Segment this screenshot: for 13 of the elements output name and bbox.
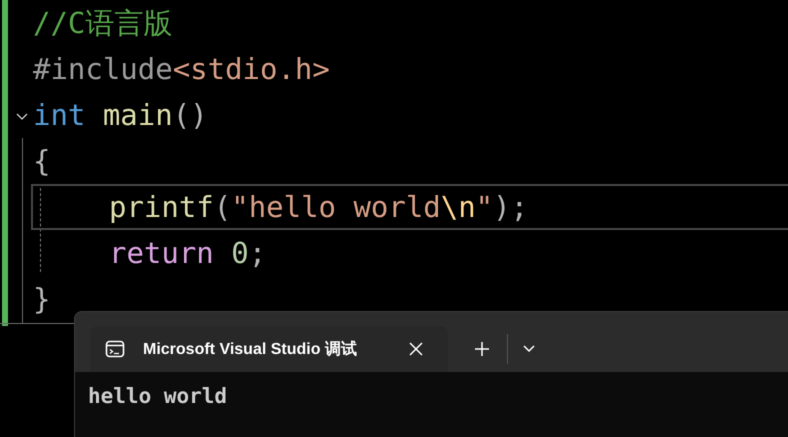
code-line: { [33,143,50,180]
console-tab[interactable]: Microsoft Visual Studio 调试 [90,326,448,372]
code-line: printf("hello world\n"); [108,189,528,226]
close-icon[interactable] [409,342,423,356]
console-output: hello world [75,372,788,437]
code-line: return 0; [108,235,266,272]
dropdown-icon[interactable] [522,344,536,354]
code-line: //C语言版 [33,5,172,42]
terminal-icon [105,339,125,359]
code-line: #include<stdio.h> [33,51,330,88]
code-line: int main() [33,97,208,134]
new-tab-icon[interactable] [474,341,490,357]
code-line: } [33,281,50,318]
